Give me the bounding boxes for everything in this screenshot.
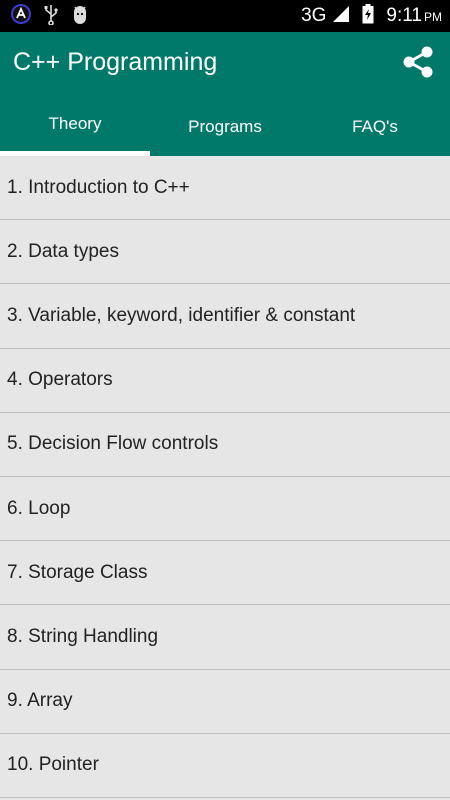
network-type-text: 3G <box>301 5 327 26</box>
tab-programs[interactable]: Programs <box>150 96 300 156</box>
list-item-label: 3. Variable, keyword, identifier & const… <box>7 304 356 326</box>
status-bar: 3G 9:11 PM <box>0 0 450 32</box>
list-item[interactable]: 9. Array <box>0 670 450 734</box>
list-item-label: 6. Loop <box>7 497 71 519</box>
topic-list: 1. Introduction to C++ 2. Data types 3. … <box>0 156 450 800</box>
share-icon <box>400 44 436 84</box>
list-item-label: 5. Decision Flow controls <box>7 433 219 455</box>
tab-programs-label: Programs <box>188 117 262 136</box>
list-item[interactable]: 10. Pointer <box>0 734 450 798</box>
list-item[interactable]: 2. Data types <box>0 220 450 285</box>
tab-bar: Theory Programs FAQ's <box>0 96 450 156</box>
list-item[interactable]: 7. Storage Class <box>0 541 450 606</box>
android-debug-icon <box>70 3 90 29</box>
clock: 9:11 PM <box>386 5 442 27</box>
tab-faqs-label: FAQ's <box>352 117 398 136</box>
list-item-label: 8. String Handling <box>7 625 159 647</box>
list-item-label: 1. Introduction to C++ <box>7 176 190 198</box>
app-icon <box>10 3 32 29</box>
list-item[interactable]: 3. Variable, keyword, identifier & const… <box>0 284 450 349</box>
tab-theory-label: Theory <box>48 114 102 133</box>
signal-icon <box>332 5 350 27</box>
list-item[interactable]: 1. Introduction to C++ <box>0 156 450 221</box>
list-item[interactable]: 8. String Handling <box>0 605 450 670</box>
list-item-label: 9. Array <box>7 690 73 712</box>
share-button[interactable] <box>398 44 438 84</box>
tab-faqs[interactable]: FAQ's <box>300 96 450 156</box>
list-item[interactable]: 4. Operators <box>0 349 450 413</box>
usb-icon <box>42 3 60 29</box>
list-item[interactable]: 6. Loop <box>0 477 450 542</box>
list-item-label: 2. Data types <box>7 240 119 262</box>
list-item-label: 4. Operators <box>7 369 113 391</box>
list-item-label: 7. Storage Class <box>7 561 148 583</box>
clock-time: 9:11 <box>386 5 422 26</box>
list-item-label: 10. Pointer <box>7 754 99 776</box>
app-title: C++ Programming <box>13 48 218 76</box>
app-bar: C++ Programming <box>0 32 450 96</box>
battery-charging-icon <box>362 4 374 28</box>
list-item[interactable]: 5. Decision Flow controls <box>0 413 450 477</box>
clock-ampm: PM <box>424 10 442 24</box>
tab-theory[interactable]: Theory <box>0 96 150 156</box>
